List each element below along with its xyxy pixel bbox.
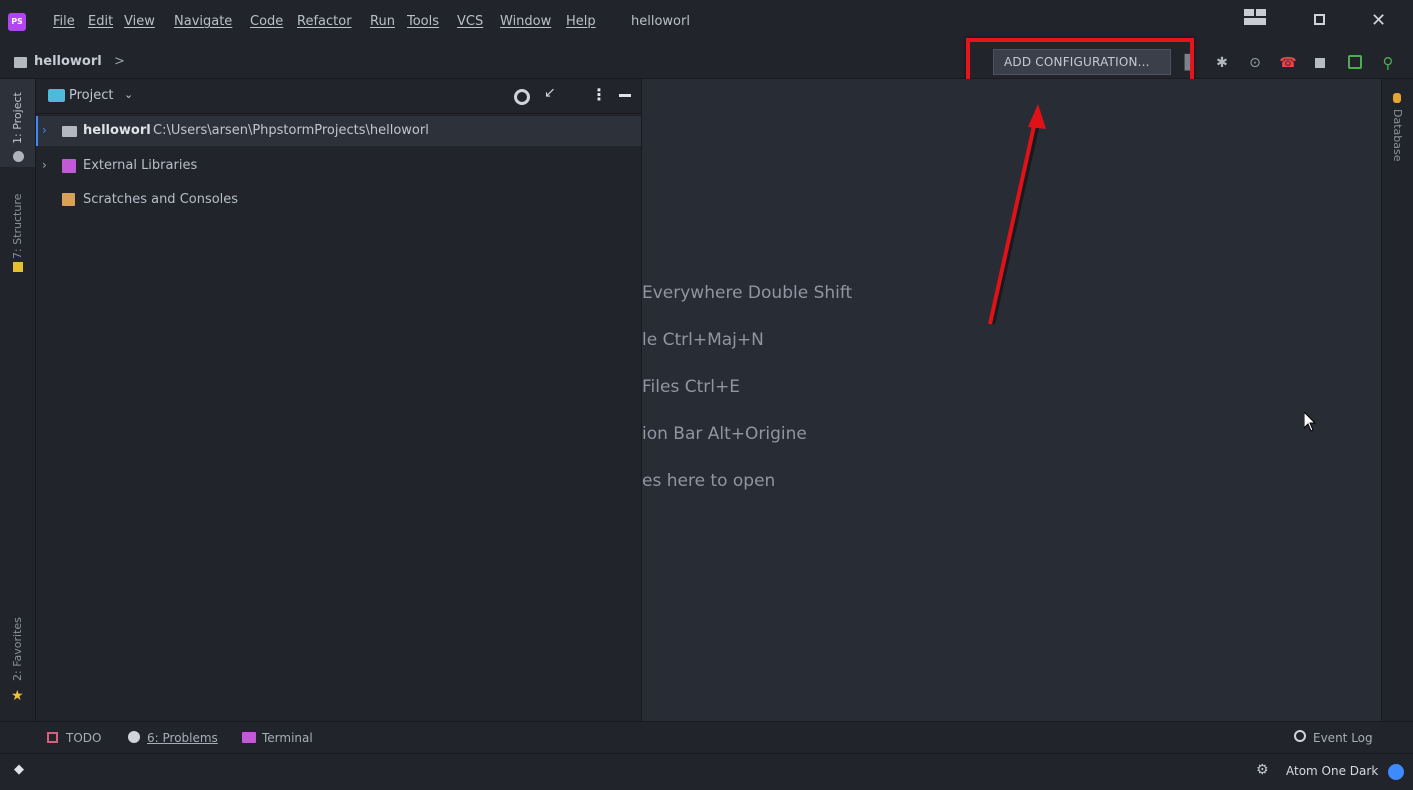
library-icon <box>62 159 76 173</box>
menu-file[interactable]: File <box>53 14 75 29</box>
selection-indicator <box>36 116 38 146</box>
tool-tab-structure[interactable]: 7: Structure <box>11 194 24 259</box>
scratches-icon <box>62 193 75 206</box>
tool-tab-favorites[interactable]: 2: Favorites <box>11 617 24 681</box>
database-icon <box>1393 93 1401 103</box>
status-bar: ◆ ⚙ Atom One Dark <box>0 753 1413 790</box>
title-bar: PS File Edit View Navigate Code Refactor… <box>0 0 1413 48</box>
menu-vcs[interactable]: VCS <box>457 14 483 29</box>
memory-indicator-icon[interactable] <box>1388 764 1404 780</box>
window-project-title: helloworl <box>631 14 690 29</box>
tool-tab-event-log[interactable]: Event Log <box>1313 731 1373 745</box>
project-panel-header: Project ⌄ ↙ ⋮ <box>36 79 641 114</box>
more-options-icon[interactable]: ⋮ <box>591 85 607 104</box>
chevron-right-icon[interactable]: › <box>42 158 47 172</box>
locate-file-icon[interactable] <box>514 89 530 105</box>
tree-item-name: External Libraries <box>83 158 198 173</box>
tree-item-name: Scratches and Consoles <box>83 192 239 207</box>
menu-window[interactable]: Window <box>500 14 551 29</box>
event-log-icon <box>1294 730 1306 742</box>
left-tool-strip: 1: Project 7: Structure 2: Favorites ★ <box>0 79 36 721</box>
folder-icon <box>14 57 27 68</box>
chevron-right-icon[interactable]: › <box>42 123 47 137</box>
red-arrow-annotation <box>988 104 1046 325</box>
mouse-pointer-icon <box>1304 412 1317 432</box>
breadcrumb-project[interactable]: helloworl <box>34 54 102 69</box>
hint-recent-files: Files Ctrl+E <box>642 377 740 397</box>
hint-go-to-file: le Ctrl+Maj+N <box>642 330 764 350</box>
tree-item-name: helloworl <box>83 123 151 138</box>
hint-drop-files: es here to open <box>642 471 776 491</box>
bottom-tool-bar: TODO 6: Problems Terminal Event Log <box>0 721 1413 754</box>
maximize-icon[interactable] <box>1314 14 1325 25</box>
stop-icon[interactable] <box>1315 58 1325 68</box>
structure-tab-icon <box>13 262 23 272</box>
menu-view[interactable]: View <box>124 14 155 29</box>
hint-search-everywhere: Everywhere Double Shift <box>642 283 853 303</box>
tool-tab-terminal[interactable]: Terminal <box>262 731 313 745</box>
menu-refactor[interactable]: Refactor <box>297 14 352 29</box>
editor-empty-area[interactable] <box>642 79 1381 721</box>
phone-listen-icon[interactable]: ☎ <box>1278 53 1298 73</box>
project-tool-window: Project ⌄ ↙ ⋮ › helloworl C:\Users\arsen… <box>36 79 642 721</box>
menu-run[interactable]: Run <box>370 14 395 29</box>
favorites-star-icon: ★ <box>11 688 24 704</box>
tool-tab-todo[interactable]: TODO <box>66 731 101 745</box>
folder-icon <box>62 126 77 137</box>
tree-row-scratches[interactable]: Scratches and Consoles <box>36 185 641 215</box>
menu-code[interactable]: Code <box>250 14 283 29</box>
close-icon[interactable]: ✕ <box>1371 10 1386 31</box>
menu-help[interactable]: Help <box>566 14 596 29</box>
tree-row-external-libraries[interactable]: › External Libraries <box>36 151 641 181</box>
search-icon[interactable]: ⚲ <box>1378 53 1398 73</box>
run-icon[interactable]: ▌ <box>1180 53 1200 73</box>
hint-navigation-bar: ion Bar Alt+Origine <box>642 424 807 444</box>
add-configuration-label: ADD CONFIGURATION... <box>1004 55 1150 69</box>
chevron-down-icon[interactable]: ⌄ <box>124 88 133 101</box>
menu-tools[interactable]: Tools <box>407 14 439 29</box>
menu-edit[interactable]: Edit <box>88 14 113 29</box>
tool-tab-project[interactable]: 1: Project <box>11 92 24 144</box>
theme-settings-icon[interactable]: ⚙ <box>1256 762 1269 778</box>
collapse-all-icon[interactable]: ↙ <box>544 85 556 101</box>
terminal-run-icon[interactable] <box>1348 55 1362 69</box>
tool-tab-database[interactable]: Database <box>1391 109 1404 162</box>
project-tab-icon <box>13 151 24 162</box>
tree-row-project-root[interactable]: › helloworl C:\Users\arsen\PhpstormProje… <box>36 116 641 146</box>
project-view-icon <box>48 89 65 102</box>
navigation-bar: helloworl > ADD CONFIGURATION... ▌ ✱ ⊙ ☎… <box>0 38 1413 88</box>
right-tool-strip: Database <box>1381 79 1413 721</box>
layout-icon[interactable] <box>1244 9 1266 25</box>
todo-icon <box>47 732 58 743</box>
phpstorm-logo-icon[interactable]: PS <box>8 13 26 31</box>
run-with-coverage-icon[interactable]: ⊙ <box>1245 53 1265 73</box>
add-configuration-button[interactable]: ADD CONFIGURATION... <box>993 49 1171 75</box>
layers-icon[interactable]: ◆ <box>14 762 24 777</box>
tree-item-path: C:\Users\arsen\PhpstormProjects\hellowor… <box>153 123 429 138</box>
problems-icon <box>128 731 140 743</box>
hide-panel-icon[interactable] <box>619 94 631 97</box>
breadcrumb-separator: > <box>114 54 125 69</box>
project-view-selector[interactable]: Project <box>69 88 113 103</box>
debug-icon[interactable]: ✱ <box>1212 53 1232 73</box>
theme-name[interactable]: Atom One Dark <box>1286 764 1378 778</box>
terminal-icon <box>242 732 256 743</box>
tool-tab-problems[interactable]: 6: Problems <box>147 731 218 745</box>
menu-navigate[interactable]: Navigate <box>174 14 232 29</box>
